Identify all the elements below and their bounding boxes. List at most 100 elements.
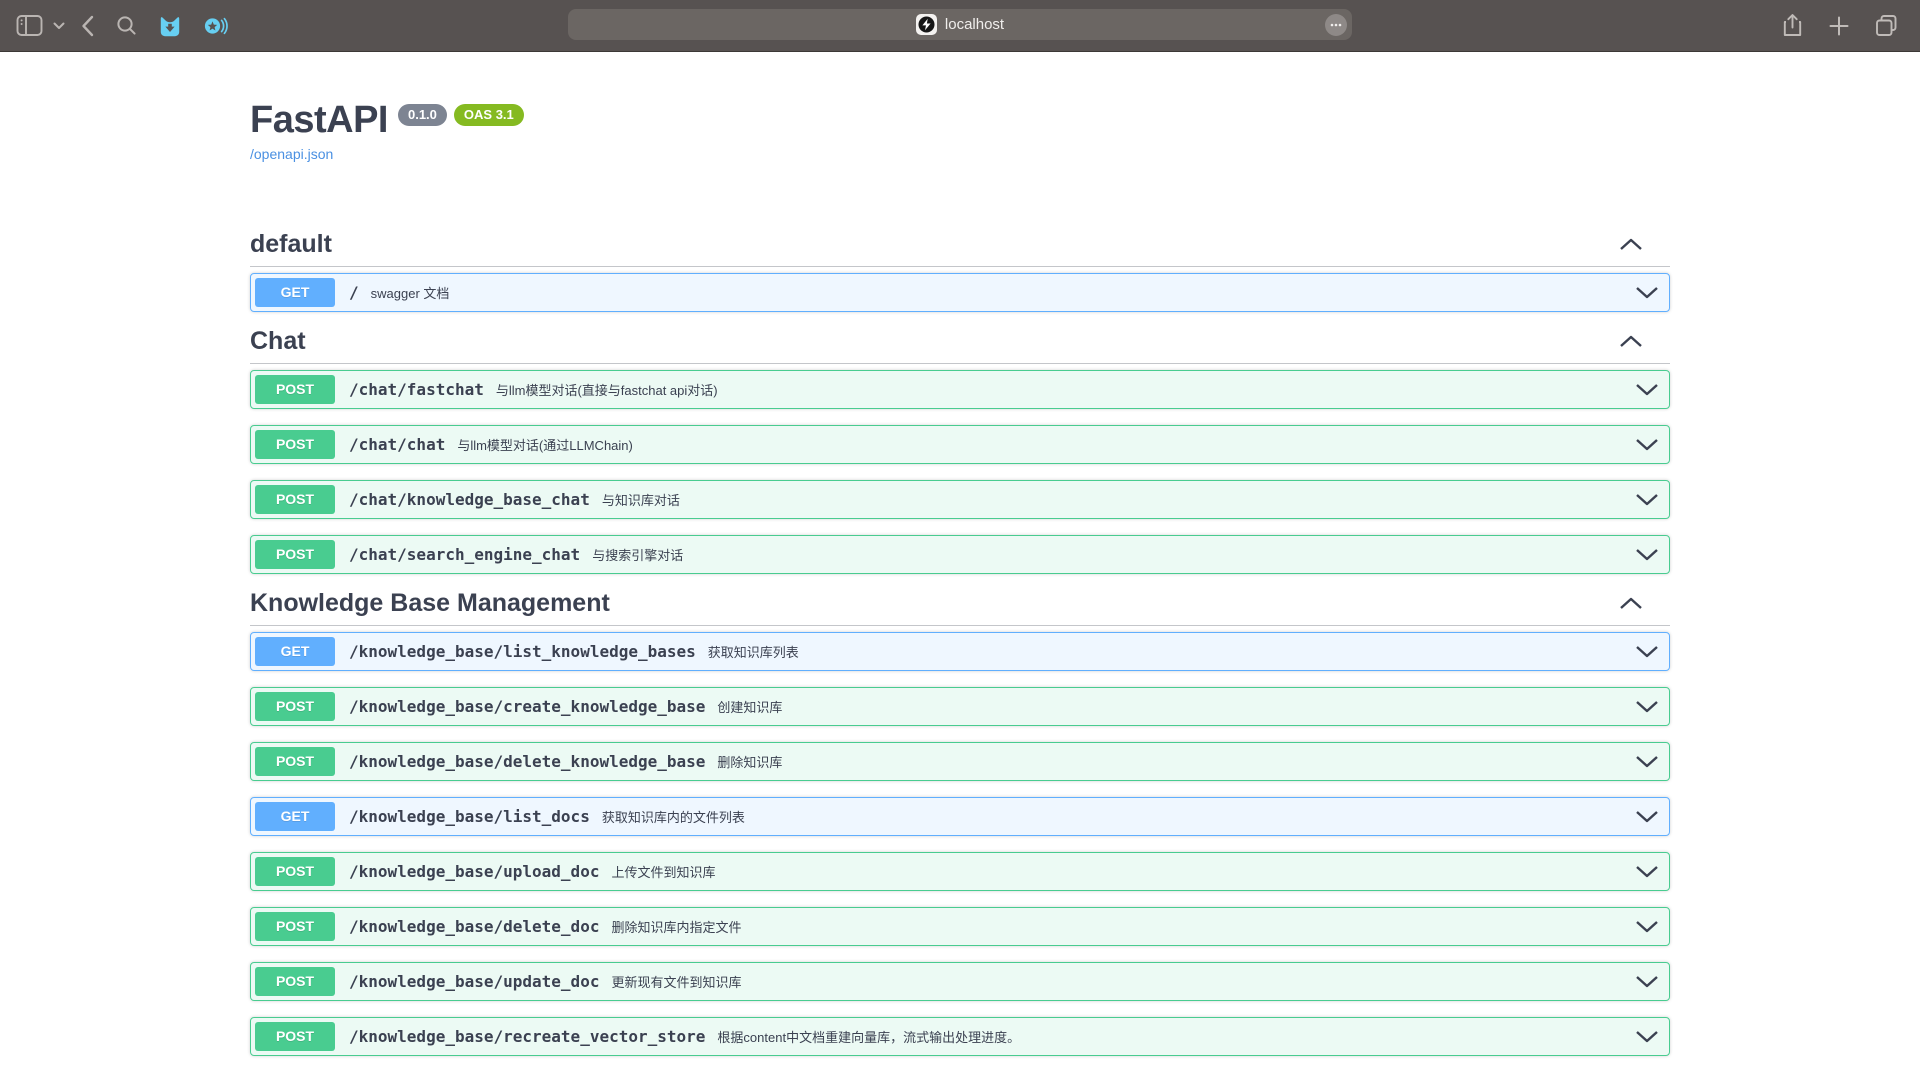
endpoint-description: 与llm模型对话(通过LLMChain): [457, 435, 633, 454]
page-options-button[interactable]: [1325, 14, 1347, 36]
expand-chevron-down-icon[interactable]: [1635, 975, 1659, 988]
tag-section: Knowledge Base Management GET /knowledge…: [250, 590, 1670, 1056]
api-sections: default GET / swagger 文档 Chat POST /chat…: [250, 231, 1670, 1056]
endpoint-path: /chat/fastchat: [349, 380, 484, 399]
expand-chevron-down-icon[interactable]: [1635, 493, 1659, 506]
endpoint-path: /chat/knowledge_base_chat: [349, 490, 590, 509]
more-options-icon: [1330, 23, 1342, 27]
endpoint-path: /knowledge_base/create_knowledge_base: [349, 697, 705, 716]
endpoint-path: /knowledge_base/list_knowledge_bases: [349, 642, 696, 661]
share-icon: [1782, 13, 1803, 38]
tag-section-header[interactable]: Chat: [250, 328, 1670, 364]
api-info: FastAPI 0.1.0 OAS 3.1 /openapi.json: [250, 100, 1670, 164]
share-button[interactable]: [1782, 13, 1803, 38]
chevron-down-icon: [53, 22, 65, 30]
endpoint-description: 与知识库对话: [602, 490, 680, 509]
endpoint-row-post[interactable]: POST /knowledge_base/create_knowledge_ba…: [250, 687, 1670, 726]
sidebar-toggle-button[interactable]: [16, 14, 43, 37]
back-button[interactable]: [81, 15, 94, 37]
extension-bookmark-button[interactable]: [159, 15, 181, 37]
collapse-chevron-up-icon[interactable]: [1618, 238, 1644, 251]
expand-chevron-down-icon[interactable]: [1635, 438, 1659, 451]
endpoint-row-post[interactable]: POST /knowledge_base/delete_doc 删除知识库内指定…: [250, 907, 1670, 946]
endpoint-path: /knowledge_base/update_doc: [349, 972, 599, 991]
method-badge: POST: [255, 430, 335, 459]
tab-overview-icon: [1875, 14, 1898, 37]
endpoint-path: /knowledge_base/upload_doc: [349, 862, 599, 881]
tag-section-title: default: [250, 231, 332, 257]
openapi-spec-link[interactable]: /openapi.json: [250, 147, 333, 162]
endpoint-description: 根据content中文档重建向量库，流式输出处理进度。: [717, 1027, 1020, 1046]
expand-chevron-down-icon[interactable]: [1635, 548, 1659, 561]
method-badge: POST: [255, 485, 335, 514]
bookmark-extension-icon: [159, 15, 181, 37]
expand-chevron-down-icon[interactable]: [1635, 286, 1659, 299]
collapse-chevron-up-icon[interactable]: [1618, 597, 1644, 610]
endpoint-row-post[interactable]: POST /knowledge_base/upload_doc 上传文件到知识库: [250, 852, 1670, 891]
method-badge: POST: [255, 857, 335, 886]
method-badge: GET: [255, 278, 335, 307]
browser-toolbar: localhost: [0, 0, 1920, 52]
endpoint-description: 与llm模型对话(直接与fastchat api对话): [496, 380, 718, 399]
method-badge: POST: [255, 540, 335, 569]
expand-chevron-down-icon[interactable]: [1635, 755, 1659, 768]
method-badge: GET: [255, 637, 335, 666]
endpoint-row-get[interactable]: GET /knowledge_base/list_knowledge_bases…: [250, 632, 1670, 671]
endpoint-path: /chat/chat: [349, 435, 445, 454]
tag-section-header[interactable]: Knowledge Base Management: [250, 590, 1670, 626]
endpoint-row-post[interactable]: POST /knowledge_base/update_doc 更新现有文件到知…: [250, 962, 1670, 1001]
method-badge: GET: [255, 802, 335, 831]
endpoint-row-post[interactable]: POST /chat/search_engine_chat 与搜索引擎对话: [250, 535, 1670, 574]
method-badge: POST: [255, 912, 335, 941]
oas-badge: OAS 3.1: [454, 104, 524, 126]
endpoint-row-post[interactable]: POST /chat/fastchat 与llm模型对话(直接与fastchat…: [250, 370, 1670, 409]
address-bar[interactable]: localhost: [568, 9, 1352, 40]
new-tab-button[interactable]: [1829, 16, 1849, 36]
endpoint-row-post[interactable]: POST /knowledge_base/delete_knowledge_ba…: [250, 742, 1670, 781]
endpoint-path: /knowledge_base/delete_doc: [349, 917, 599, 936]
tag-section: default GET / swagger 文档: [250, 231, 1670, 312]
radar-star-extension-icon: [203, 15, 228, 37]
back-icon: [81, 15, 94, 37]
method-badge: POST: [255, 1022, 335, 1051]
expand-chevron-down-icon[interactable]: [1635, 920, 1659, 933]
swagger-ui-page: FastAPI 0.1.0 OAS 3.1 /openapi.json defa…: [0, 52, 1920, 1080]
method-badge: POST: [255, 747, 335, 776]
expand-chevron-down-icon[interactable]: [1635, 810, 1659, 823]
endpoint-description: 与搜索引擎对话: [592, 545, 683, 564]
search-button[interactable]: [116, 15, 137, 36]
endpoint-description: 上传文件到知识库: [611, 862, 715, 881]
endpoint-path: /knowledge_base/list_docs: [349, 807, 590, 826]
sidebar-icon: [16, 14, 43, 37]
endpoint-path: /knowledge_base/recreate_vector_store: [349, 1027, 705, 1046]
expand-chevron-down-icon[interactable]: [1635, 865, 1659, 878]
expand-chevron-down-icon[interactable]: [1635, 1030, 1659, 1043]
endpoint-row-post[interactable]: POST /knowledge_base/recreate_vector_sto…: [250, 1017, 1670, 1056]
tag-section-header[interactable]: default: [250, 231, 1670, 267]
tag-section-title: Chat: [250, 328, 306, 354]
extension-radar-button[interactable]: [203, 15, 228, 37]
endpoint-row-post[interactable]: POST /chat/chat 与llm模型对话(通过LLMChain): [250, 425, 1670, 464]
endpoint-row-post[interactable]: POST /chat/knowledge_base_chat 与知识库对话: [250, 480, 1670, 519]
search-icon: [116, 15, 137, 36]
endpoint-row-get[interactable]: GET /knowledge_base/list_docs 获取知识库内的文件列…: [250, 797, 1670, 836]
endpoint-path: /: [349, 283, 359, 302]
endpoint-path: /chat/search_engine_chat: [349, 545, 580, 564]
endpoint-row-get[interactable]: GET / swagger 文档: [250, 273, 1670, 312]
sidebar-menu-button[interactable]: [53, 22, 65, 30]
expand-chevron-down-icon[interactable]: [1635, 383, 1659, 396]
method-badge: POST: [255, 375, 335, 404]
method-badge: POST: [255, 692, 335, 721]
endpoint-description: 更新现有文件到知识库: [611, 972, 741, 991]
expand-chevron-down-icon[interactable]: [1635, 700, 1659, 713]
endpoint-description: 删除知识库: [717, 752, 782, 771]
endpoint-path: /knowledge_base/delete_knowledge_base: [349, 752, 705, 771]
tag-section: Chat POST /chat/fastchat 与llm模型对话(直接与fas…: [250, 328, 1670, 574]
site-favicon: [916, 14, 937, 35]
expand-chevron-down-icon[interactable]: [1635, 645, 1659, 658]
tab-overview-button[interactable]: [1875, 14, 1898, 37]
endpoint-description: 删除知识库内指定文件: [611, 917, 741, 936]
url-text: localhost: [945, 16, 1004, 33]
collapse-chevron-up-icon[interactable]: [1618, 335, 1644, 348]
endpoint-description: 获取知识库内的文件列表: [602, 807, 745, 826]
